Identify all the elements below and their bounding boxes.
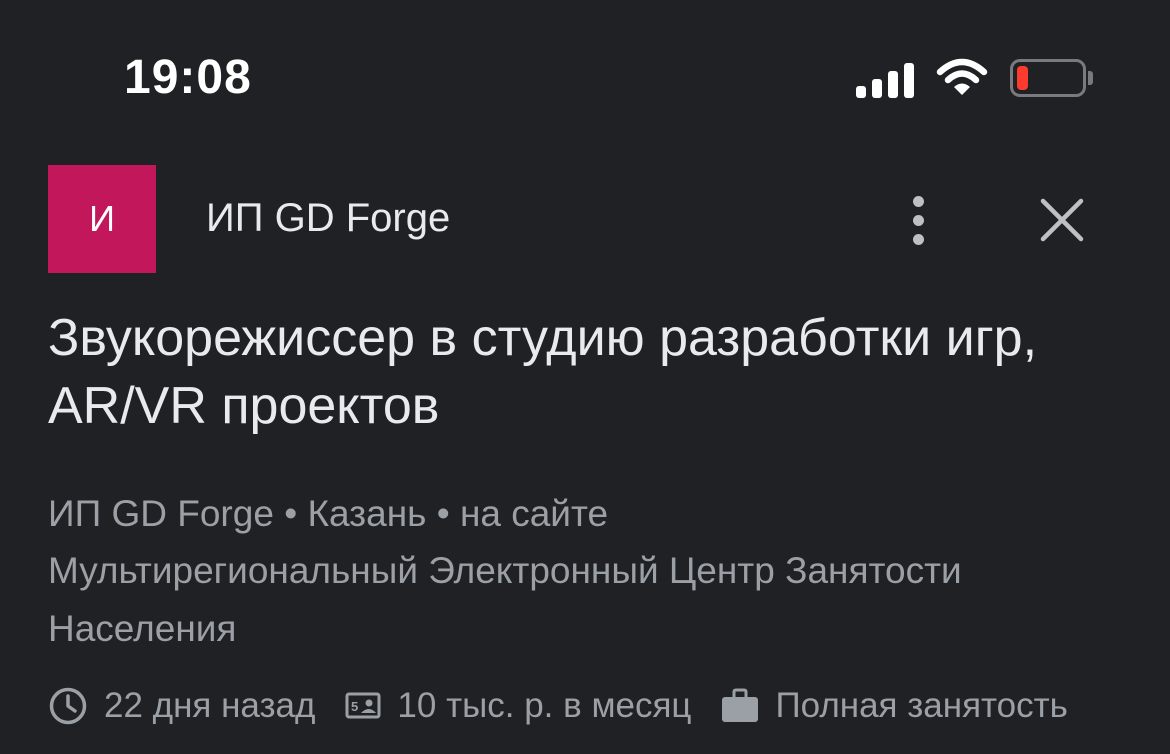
company-logo-letter: И bbox=[89, 198, 115, 239]
svg-text:5: 5 bbox=[351, 699, 358, 714]
employment-text: Полная занятость bbox=[775, 686, 1068, 725]
status-bar: 19:08 bbox=[0, 0, 1170, 150]
job-details: 22 дня назад 5 10 тыс. р. в месяц Полная… bbox=[48, 680, 1098, 732]
more-vert-icon[interactable] bbox=[896, 190, 940, 250]
close-icon[interactable] bbox=[1036, 194, 1088, 246]
status-time: 19:08 bbox=[124, 51, 252, 104]
job-card[interactable]: И ИП GD Forge Звукорежиссер в студию раз… bbox=[0, 150, 1170, 754]
status-icons bbox=[856, 56, 1093, 100]
wifi-icon bbox=[936, 58, 988, 95]
meta-city: Казань bbox=[307, 493, 427, 534]
meta-site: на сайте bbox=[459, 493, 609, 534]
salary-text: 10 тыс. р. в месяц bbox=[397, 686, 692, 725]
company-name: ИП GD Forge bbox=[206, 196, 451, 240]
job-meta: ИП GD Forge • Казань • на сайте bbox=[48, 484, 1138, 544]
posted-date: 22 дня назад bbox=[48, 686, 315, 726]
employment-type: Полная занятость bbox=[721, 686, 1068, 726]
posted-text: 22 дня назад bbox=[104, 686, 316, 725]
briefcase-icon bbox=[722, 688, 759, 722]
job-title[interactable]: Звукорежиссер в студию разработки игр, A… bbox=[48, 304, 1128, 440]
clock-icon bbox=[49, 687, 87, 725]
meta-separator: • bbox=[284, 493, 298, 534]
salary: 5 10 тыс. р. в месяц bbox=[345, 686, 691, 726]
battery-low-icon bbox=[1010, 59, 1093, 97]
signal-icon bbox=[856, 58, 914, 98]
meta-company: ИП GD Forge bbox=[48, 493, 274, 534]
meta-separator: • bbox=[436, 493, 450, 534]
company-logo: И bbox=[48, 165, 156, 273]
battery-level bbox=[1017, 66, 1028, 90]
job-source[interactable]: Мультирегиональный Электронный Центр Зан… bbox=[48, 542, 1138, 658]
salary-icon: 5 bbox=[345, 692, 381, 719]
